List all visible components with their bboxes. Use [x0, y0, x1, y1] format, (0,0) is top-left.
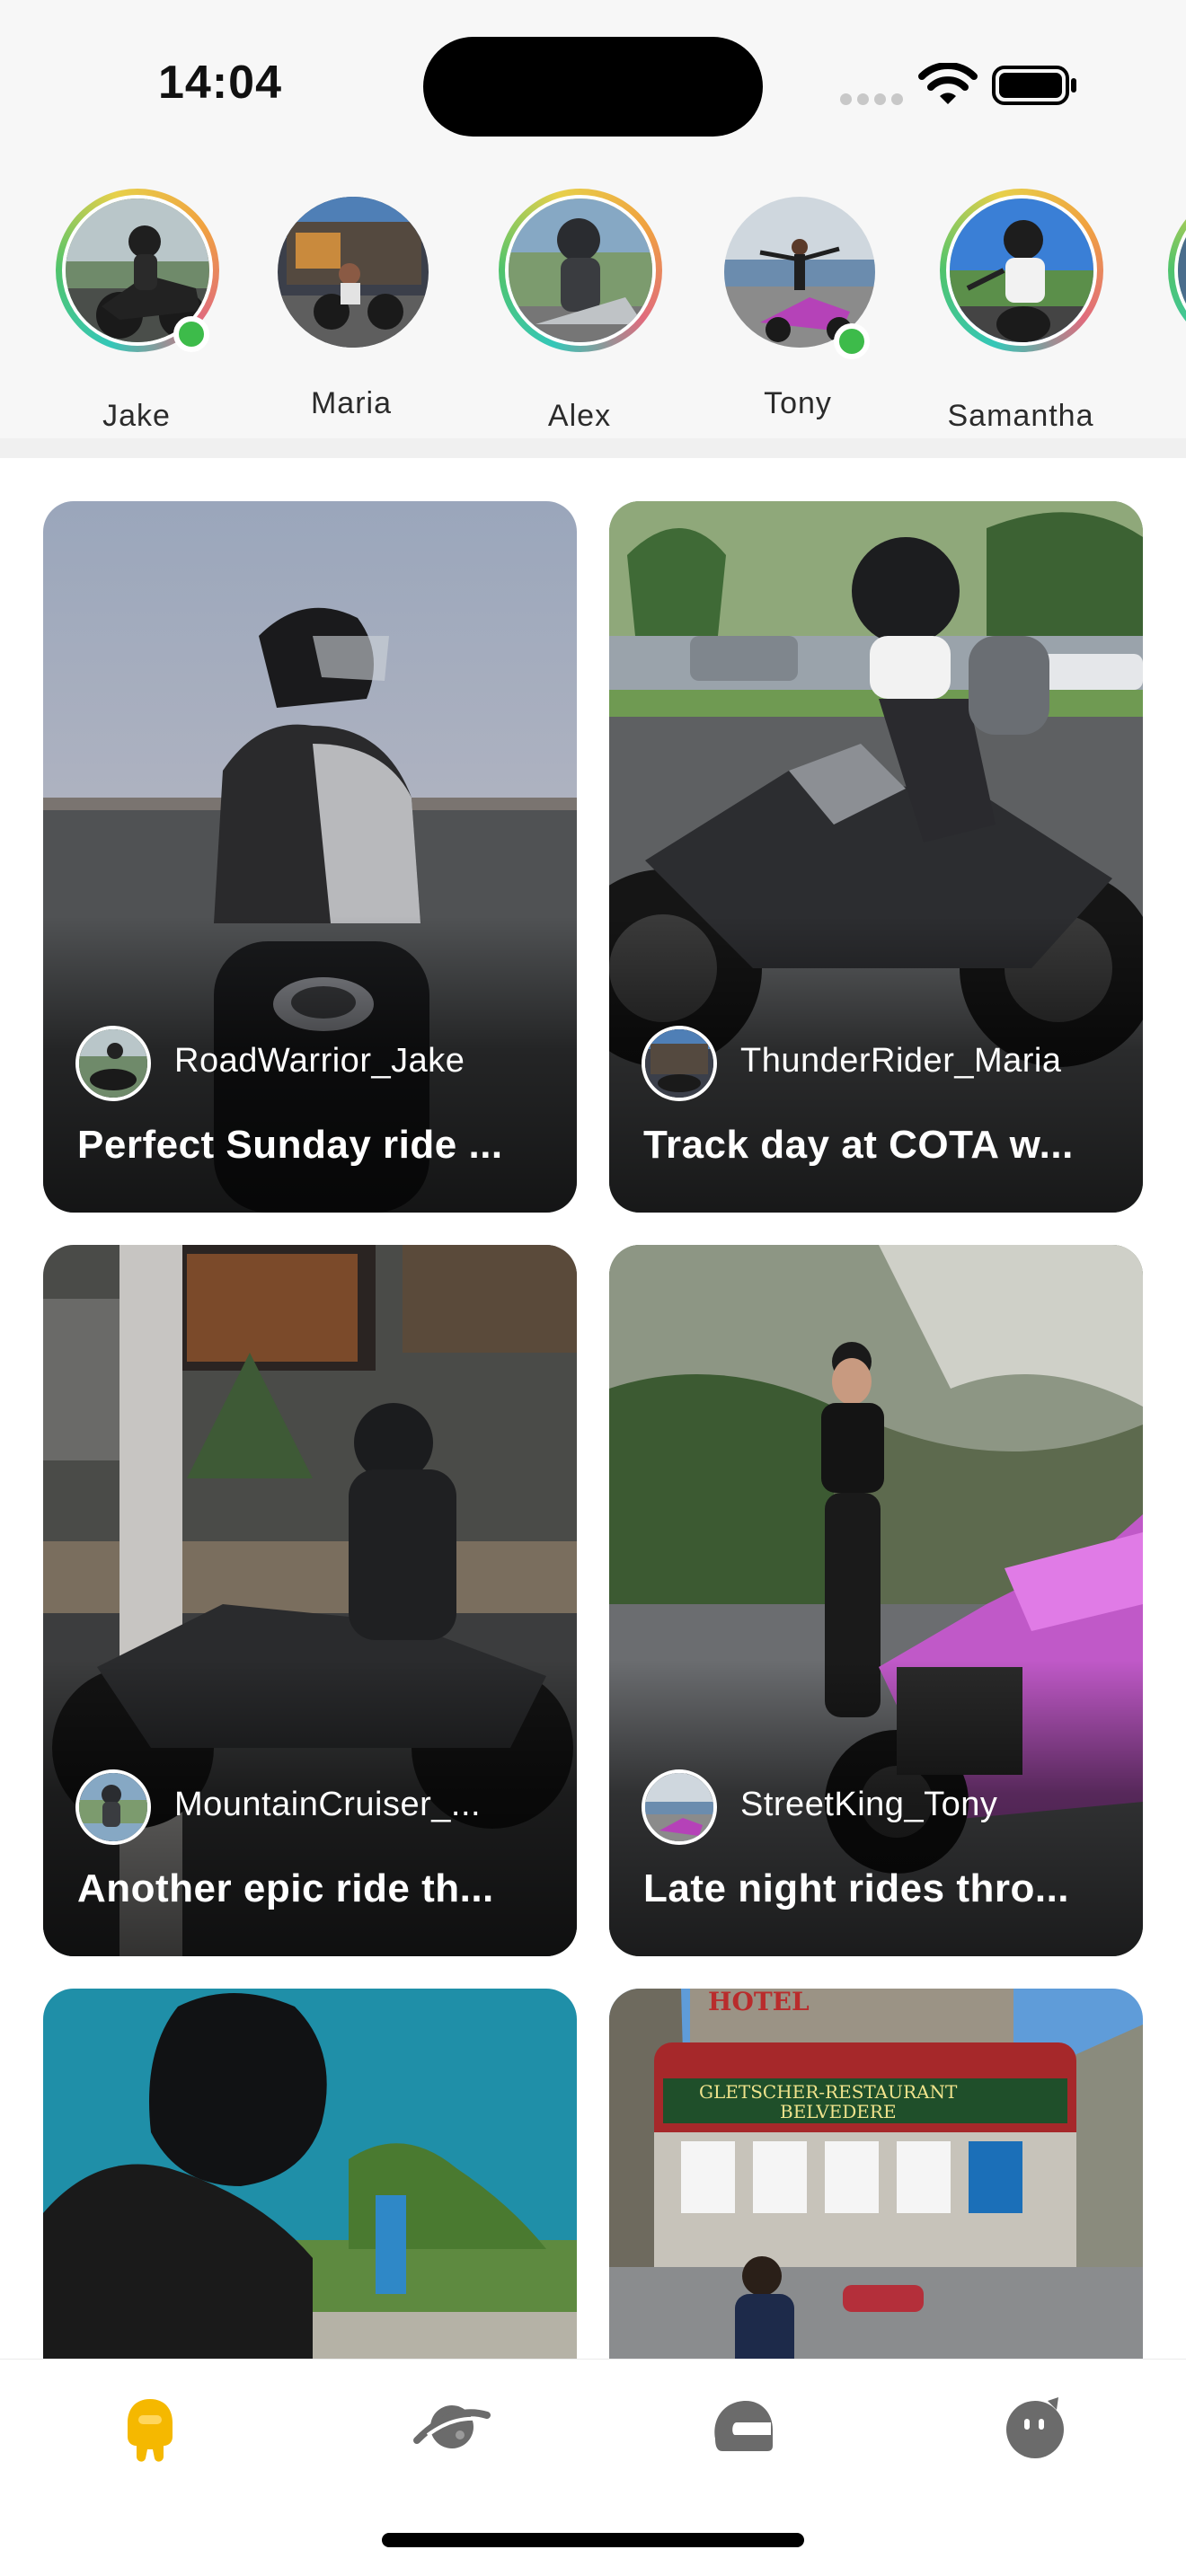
post-author-name[interactable]: RoadWarrior_Jake — [174, 1042, 552, 1081]
tab-explore[interactable] — [395, 2386, 494, 2476]
status-bar: 14:04 — [0, 0, 1186, 162]
post-card[interactable] — [43, 1989, 577, 2359]
hotel-sign-text: HOTEL — [708, 1989, 810, 2016]
story-ring — [499, 189, 662, 352]
post-caption: Late night rides thro... — [643, 1866, 1070, 1910]
story-maria[interactable]: Maria — [270, 189, 449, 449]
home-indicator[interactable] — [382, 2533, 804, 2547]
post-author-avatar[interactable] — [75, 1026, 151, 1101]
post-card[interactable]: StreetKing_Tony Late night rides thro... — [609, 1245, 1143, 1956]
story-avatar — [946, 195, 1097, 346]
story-name: Tony — [764, 386, 832, 420]
post-caption: Perfect Sunday ride ... — [77, 1123, 503, 1167]
story-tony[interactable]: Tony — [716, 189, 896, 449]
helmet-icon — [714, 2401, 773, 2451]
story-ring — [270, 189, 433, 352]
online-status-dot — [173, 316, 209, 352]
post-card[interactable]: RoadWarrior_Jake Perfect Sunday ride ... — [43, 501, 577, 1213]
home-rider-icon — [128, 2399, 173, 2462]
restaurant-sign-line2: BELVEDERE — [780, 2101, 897, 2122]
restaurant-sign-line1: GLETSCHER-RESTAURANT — [699, 2081, 958, 2103]
stories-divider — [0, 438, 1186, 458]
cellular-signal-icon — [840, 93, 903, 106]
post-author-avatar[interactable] — [75, 1769, 151, 1845]
dynamic-island — [423, 37, 763, 137]
battery-icon — [992, 66, 1076, 105]
post-photo: HOTEL GLETSCHER-RESTAURANT BELVEDERE — [609, 1989, 1143, 2359]
post-caption: Another epic ride th... — [77, 1866, 494, 1910]
status-time: 14:04 — [158, 57, 282, 109]
post-author-name[interactable]: ThunderRider_Maria — [740, 1042, 1118, 1081]
post-card[interactable]: MountainCruiser_... Another epic ride th… — [43, 1245, 577, 1956]
app-screen: 14:04 Jake Maria Alex Tony Samantha Road… — [0, 0, 1186, 2576]
planet-icon — [413, 2405, 491, 2448]
story-alex[interactable]: Alex — [490, 189, 669, 449]
wifi-icon — [918, 63, 978, 104]
tab-home[interactable] — [101, 2386, 199, 2476]
post-photo — [43, 1989, 577, 2359]
feed-grid: RoadWarrior_Jake Perfect Sunday ride ... — [0, 458, 1186, 2359]
stories-row[interactable]: Jake Maria Alex Tony Samantha — [0, 162, 1186, 458]
story-samantha[interactable]: Samantha — [931, 189, 1111, 449]
post-author-avatar[interactable] — [642, 1769, 717, 1845]
online-status-dot — [834, 323, 870, 359]
post-caption: Track day at COTA w... — [643, 1123, 1074, 1167]
post-author-name[interactable]: MountainCruiser_... — [174, 1786, 552, 1824]
story-name: Alex — [547, 399, 612, 433]
story-ring — [1168, 189, 1186, 352]
story-name: Maria — [310, 386, 393, 420]
story-avatar — [1174, 195, 1186, 346]
story-avatar — [505, 195, 656, 346]
post-card[interactable]: ThunderRider_Maria Track day at COTA w..… — [609, 501, 1143, 1213]
story-jake[interactable]: Jake — [47, 189, 226, 449]
post-author-avatar[interactable] — [642, 1026, 717, 1101]
story-name: Jake — [102, 399, 171, 433]
story-ring — [940, 189, 1103, 352]
tab-garage[interactable] — [692, 2386, 791, 2476]
story-avatar — [278, 197, 429, 348]
post-author-name[interactable]: StreetKing_Tony — [740, 1786, 1118, 1824]
post-card[interactable]: HOTEL GLETSCHER-RESTAURANT BELVEDERE — [609, 1989, 1143, 2359]
story-partial[interactable] — [1159, 189, 1186, 449]
story-name: Samantha — [947, 399, 1094, 433]
tab-profile[interactable] — [987, 2386, 1085, 2476]
profile-face-icon — [1006, 2397, 1064, 2458]
